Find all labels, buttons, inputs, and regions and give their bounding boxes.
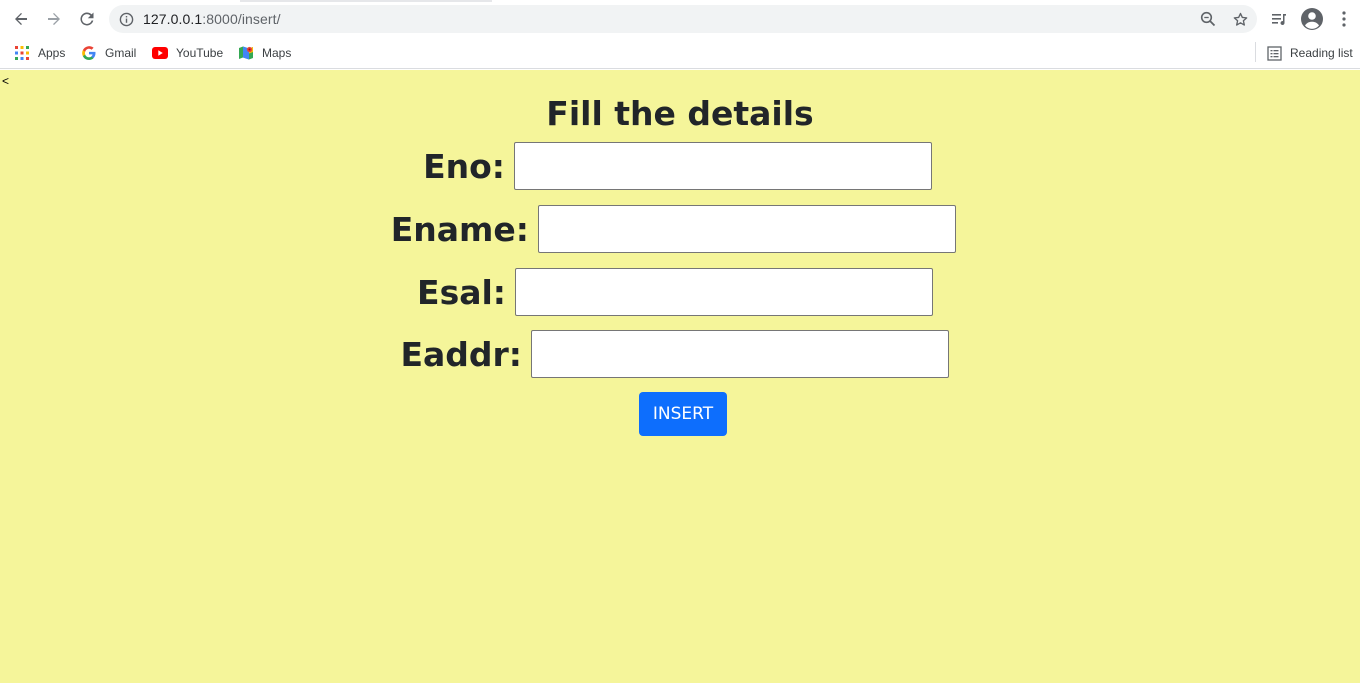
bookmark-apps[interactable]: Apps xyxy=(14,43,65,63)
forward-arrow-icon xyxy=(48,13,60,25)
reading-list-button[interactable]: Reading list xyxy=(1266,43,1353,63)
eaddr-row: Eaddr: xyxy=(400,329,949,379)
page-content: < Fill the details Eno: Ename: Esal: Ead… xyxy=(0,70,1360,683)
bookmark-star-icon[interactable] xyxy=(1231,10,1249,28)
esal-label: Esal: xyxy=(417,272,506,312)
media-control-icon[interactable] xyxy=(1267,7,1291,31)
browser-toolbar: 127.0.0.1:8000/insert/ xyxy=(0,0,1360,38)
insert-button[interactable]: INSERT xyxy=(639,392,727,436)
bookmark-label: Maps xyxy=(262,46,292,60)
profile-avatar-icon[interactable] xyxy=(1300,7,1324,31)
apps-grid-icon xyxy=(14,45,30,61)
youtube-icon xyxy=(152,45,168,61)
bookmark-maps[interactable]: Maps xyxy=(238,43,291,63)
eno-input[interactable] xyxy=(514,142,932,190)
esal-row: Esal: xyxy=(417,267,933,317)
google-icon xyxy=(81,45,97,61)
back-button[interactable] xyxy=(8,6,34,32)
menu-kebab-icon[interactable] xyxy=(1332,7,1356,31)
back-arrow-icon xyxy=(15,13,27,25)
tab-strip-edge xyxy=(240,0,492,2)
stray-text: < xyxy=(2,74,10,88)
bookmark-label: Apps xyxy=(38,46,66,60)
url-text[interactable]: 127.0.0.1:8000/insert/ xyxy=(143,11,281,27)
eaddr-input[interactable] xyxy=(531,330,949,378)
reload-icon xyxy=(80,12,94,26)
esal-input[interactable] xyxy=(515,268,933,316)
bookmark-label: Gmail xyxy=(105,46,137,60)
reading-list-icon xyxy=(1266,45,1282,61)
url-path: :8000/insert/ xyxy=(202,11,281,27)
ename-label: Ename: xyxy=(390,209,529,249)
bookmarks-bar: Apps Gmail YouTube Maps Reading list xyxy=(0,38,1360,69)
url-host: 127.0.0.1 xyxy=(143,11,203,27)
bookmarks-separator xyxy=(1255,42,1256,62)
page-title: Fill the details xyxy=(546,94,814,133)
forward-button[interactable] xyxy=(41,6,67,32)
reading-list-label: Reading list xyxy=(1290,46,1353,60)
bookmark-youtube[interactable]: YouTube xyxy=(152,43,223,63)
bookmark-gmail[interactable]: Gmail xyxy=(81,43,136,63)
ename-row: Ename: xyxy=(391,204,956,254)
eaddr-label: Eaddr: xyxy=(400,334,522,374)
site-info-icon[interactable] xyxy=(118,11,134,27)
reload-button[interactable] xyxy=(74,6,100,32)
eno-label: Eno: xyxy=(423,146,505,186)
maps-icon xyxy=(238,45,254,61)
zoom-icon[interactable] xyxy=(1199,10,1217,28)
eno-row: Eno: xyxy=(423,141,932,191)
ename-input[interactable] xyxy=(538,205,956,253)
address-bar[interactable]: 127.0.0.1:8000/insert/ xyxy=(109,5,1257,33)
bookmark-label: YouTube xyxy=(176,46,224,60)
